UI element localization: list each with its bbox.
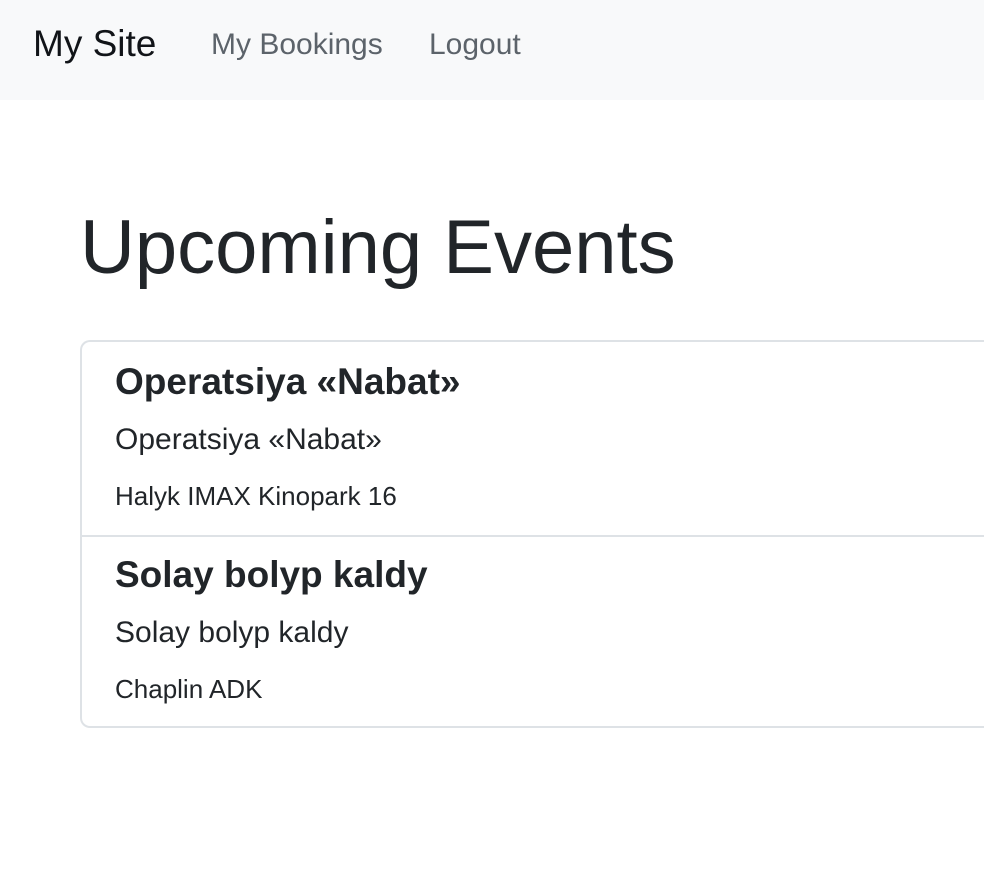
event-venue: Chaplin ADK <box>115 674 263 704</box>
nav-link-my-bookings[interactable]: My Bookings <box>211 27 383 63</box>
top-navbar: My Site My Bookings Logout <box>0 0 984 100</box>
nav-link-logout[interactable]: Logout <box>429 27 521 63</box>
event-subtitle: Operatsiya «Nabat» <box>115 423 382 456</box>
event-list: Operatsiya «Nabat» Operatsiya «Nabat» Ha… <box>80 340 984 728</box>
site-brand-link[interactable]: My Site <box>33 22 156 66</box>
event-venue: Halyk IMAX Kinopark 16 <box>115 481 397 511</box>
event-title: Solay bolyp kaldy <box>115 554 428 595</box>
event-subtitle: Solay bolyp kaldy <box>115 616 349 649</box>
event-list-item[interactable]: Operatsiya «Nabat» Operatsiya «Nabat» Ha… <box>82 342 984 535</box>
page-title: Upcoming Events <box>80 205 676 290</box>
event-title: Operatsiya «Nabat» <box>115 361 461 402</box>
event-list-item[interactable]: Solay bolyp kaldy Solay bolyp kaldy Chap… <box>82 535 984 728</box>
